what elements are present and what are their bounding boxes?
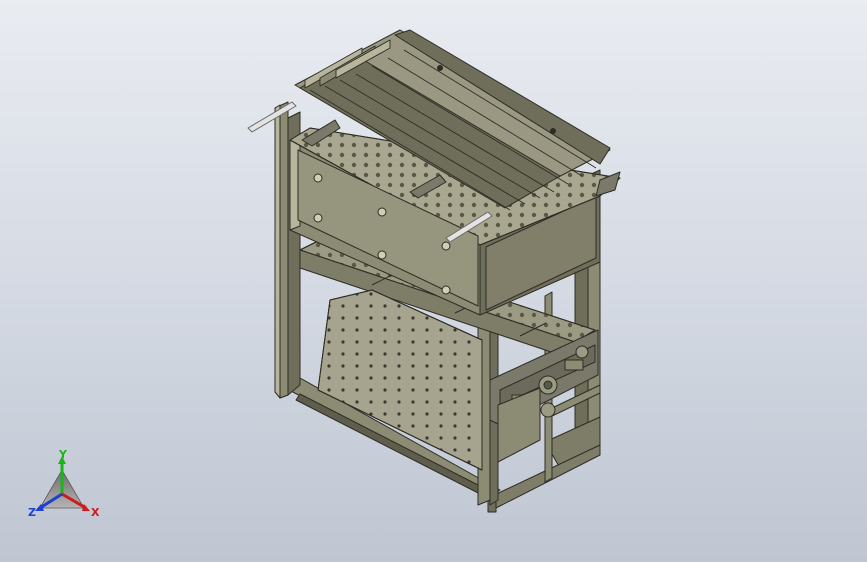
- cad-model-viewport[interactable]: Y X Z: [0, 0, 867, 562]
- y-axis-label: Y: [58, 448, 68, 461]
- perforated-frame-assembly[interactable]: [247, 29, 621, 513]
- z-axis-label: Z: [28, 506, 36, 519]
- model-canvas[interactable]: Y X Z: [0, 0, 867, 562]
- x-axis-label: X: [91, 506, 100, 519]
- view-orientation-triad[interactable]: Y X Z: [28, 448, 100, 519]
